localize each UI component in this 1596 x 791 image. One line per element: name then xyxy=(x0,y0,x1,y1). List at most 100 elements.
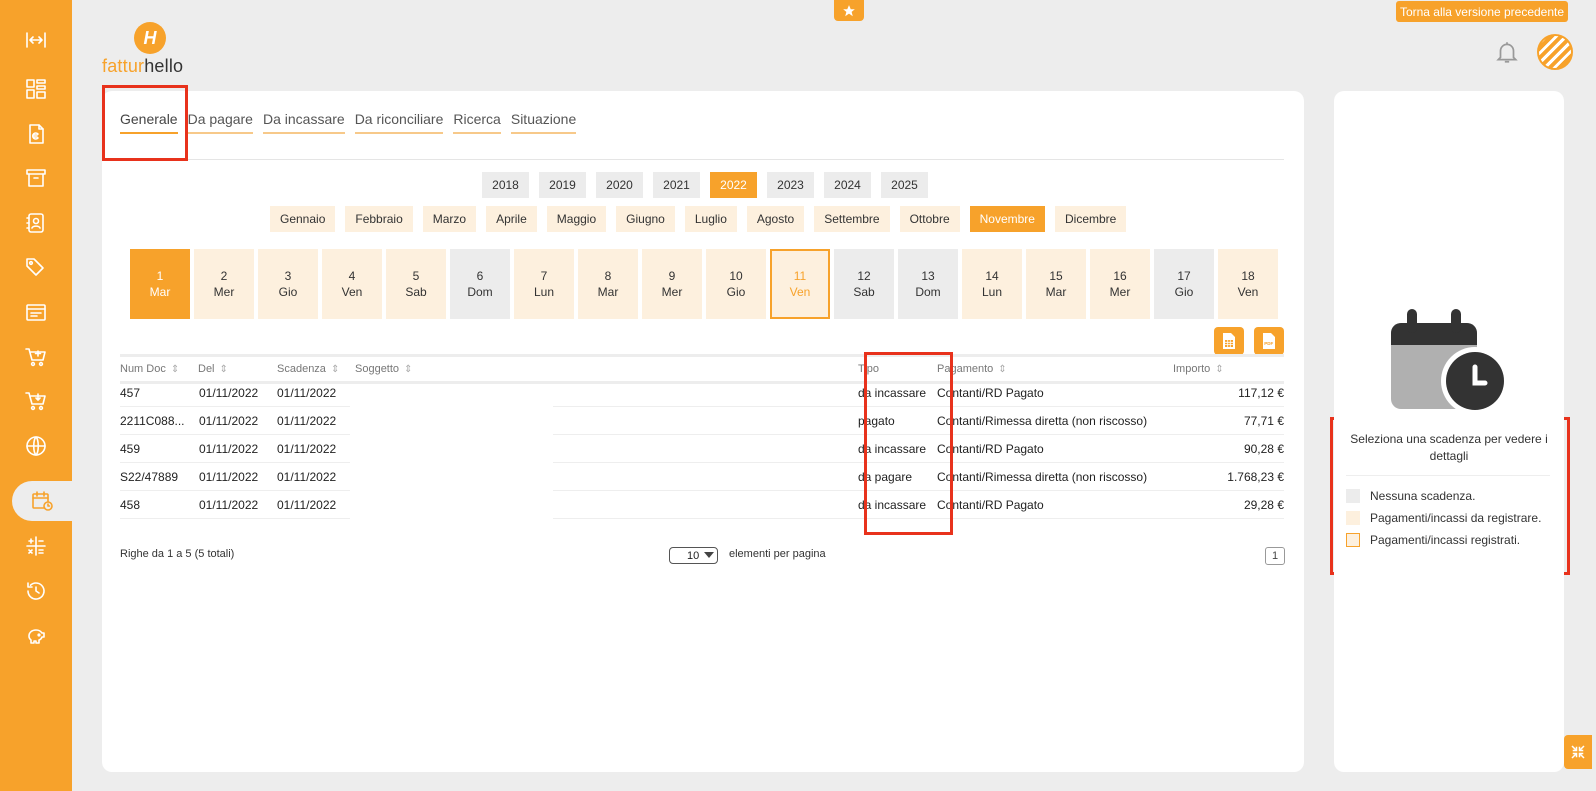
cart-download-icon[interactable] xyxy=(0,381,72,421)
day-cell[interactable]: 14 Lun xyxy=(962,249,1022,319)
day-number: 9 xyxy=(668,269,676,283)
col-del[interactable]: Del ⇕ xyxy=(198,363,228,375)
favorite-star-button[interactable] xyxy=(834,0,864,21)
previous-version-button[interactable]: Torna alla versione precedente xyxy=(1396,1,1568,22)
day-cell[interactable]: 13 Dom xyxy=(898,249,958,319)
month-button-luglio[interactable]: Luglio xyxy=(684,206,737,232)
year-button-2018[interactable]: 2018 xyxy=(482,172,529,198)
expand-icon[interactable] xyxy=(0,20,72,60)
table-row[interactable]: 457 01/11/2022 01/11/2022 da incassare Conta… xyxy=(120,379,1284,407)
year-button-2020[interactable]: 2020 xyxy=(596,172,643,198)
page-button[interactable]: 1 xyxy=(1265,547,1285,565)
main-card: Generale Da pagare Da incassare Da ricon… xyxy=(102,91,1304,772)
day-weekday: Dom xyxy=(467,285,493,299)
sidebar xyxy=(0,0,72,791)
table-row[interactable]: S22/47889 01/11/2022 01/11/2022 da pagare Co… xyxy=(120,463,1284,491)
col-scadenza[interactable]: Scadenza ⇕ xyxy=(277,363,339,375)
year-button-2019[interactable]: 2019 xyxy=(539,172,586,198)
year-button-2022[interactable]: 2022 xyxy=(710,172,757,198)
year-selector: 2018 2019 2020 2021 2022 2023 2024 2025 xyxy=(482,172,928,198)
year-button-2024[interactable]: 2024 xyxy=(824,172,871,198)
tab-ricerca[interactable]: Ricerca xyxy=(453,111,501,134)
day-cell[interactable]: 11 Ven xyxy=(770,249,830,319)
day-cell[interactable]: 4 Ven xyxy=(322,249,382,319)
day-cell[interactable]: 1 Mar xyxy=(130,249,190,319)
table-row[interactable]: 2211C088... 01/11/2022 01/11/2022 pagato Con… xyxy=(120,407,1284,435)
day-cell[interactable]: 3 Gio xyxy=(258,249,318,319)
month-button-aprile[interactable]: Aprile xyxy=(486,206,537,232)
tab-da-riconciliare[interactable]: Da riconciliare xyxy=(354,111,444,134)
col-num-doc[interactable]: Num Doc ⇕ xyxy=(120,363,179,375)
month-button-novembre[interactable]: Novembre xyxy=(969,206,1045,232)
day-cell[interactable]: 18 Ven xyxy=(1218,249,1278,319)
tags-icon[interactable] xyxy=(0,247,72,287)
day-cell[interactable]: 15 Mar xyxy=(1026,249,1086,319)
tab-da-pagare[interactable]: Da pagare xyxy=(187,111,253,134)
sort-icon[interactable]: ⇕ xyxy=(171,364,179,375)
fullscreen-button[interactable] xyxy=(1564,735,1592,769)
day-number: 3 xyxy=(284,269,292,283)
notifications-bell-icon[interactable] xyxy=(1494,38,1520,66)
export-pdf-button[interactable]: PDF xyxy=(1254,327,1284,355)
month-button-marzo[interactable]: Marzo xyxy=(422,206,477,232)
legend-swatch xyxy=(1346,489,1360,503)
month-button-agosto[interactable]: Agosto xyxy=(746,206,805,232)
piggy-bank-icon[interactable] xyxy=(0,616,72,656)
invoice-icon[interactable] xyxy=(0,114,72,154)
history-icon[interactable] xyxy=(0,571,72,611)
day-strip[interactable]: 1 Mar 2 Mer 3 Gio 4 Ven 5 Sab 6 Dom 7 Lun 8 Mar 9 Mer 10 Gi… xyxy=(130,249,1283,319)
year-button-2021[interactable]: 2021 xyxy=(653,172,700,198)
archive-icon[interactable] xyxy=(0,158,72,198)
page-size-select[interactable]: 10 xyxy=(669,547,718,564)
year-button-2025[interactable]: 2025 xyxy=(881,172,928,198)
cell-scadenza: 01/11/2022 xyxy=(277,498,337,512)
calculator-icon[interactable] xyxy=(0,526,72,566)
dashboard-icon[interactable] xyxy=(0,69,72,109)
per-page-label: elementi per pagina xyxy=(729,548,826,560)
month-button-maggio[interactable]: Maggio xyxy=(546,206,607,232)
calendar-clock-icon xyxy=(1391,309,1509,415)
month-button-febbraio[interactable]: Febbraio xyxy=(345,206,413,232)
col-importo[interactable]: Importo ⇕ xyxy=(1173,363,1224,375)
globe-icon[interactable] xyxy=(0,426,72,466)
export-excel-button[interactable] xyxy=(1214,327,1244,355)
table-row[interactable]: 459 01/11/2022 01/11/2022 da incassare Conta… xyxy=(120,435,1284,463)
svg-text:PDF: PDF xyxy=(1264,341,1273,346)
sort-icon[interactable]: ⇕ xyxy=(404,364,412,375)
month-button-dicembre[interactable]: Dicembre xyxy=(1054,206,1127,232)
day-cell[interactable]: 7 Lun xyxy=(514,249,574,319)
documents-icon[interactable] xyxy=(0,292,72,332)
user-avatar[interactable] xyxy=(1537,34,1573,70)
sort-icon[interactable]: ⇕ xyxy=(1215,364,1223,375)
year-button-2023[interactable]: 2023 xyxy=(767,172,814,198)
day-cell[interactable]: 2 Mer xyxy=(194,249,254,319)
sort-icon[interactable]: ⇕ xyxy=(331,364,339,375)
month-button-ottobre[interactable]: Ottobre xyxy=(899,206,960,232)
day-cell[interactable]: 17 Gio xyxy=(1154,249,1214,319)
day-cell[interactable]: 10 Gio xyxy=(706,249,766,319)
col-soggetto[interactable]: Soggetto ⇕ xyxy=(355,363,412,375)
day-number: 11 xyxy=(793,269,807,283)
day-cell[interactable]: 9 Mer xyxy=(642,249,702,319)
day-cell[interactable]: 6 Dom xyxy=(450,249,510,319)
rows-info: Righe da 1 a 5 (5 totali) xyxy=(120,548,235,560)
month-button-settembre[interactable]: Settembre xyxy=(814,206,890,232)
app-logo[interactable]: H fatturhello xyxy=(102,22,222,78)
day-cell[interactable]: 8 Mar xyxy=(578,249,638,319)
day-cell[interactable]: 12 Sab xyxy=(834,249,894,319)
contacts-icon[interactable] xyxy=(0,203,72,243)
cell-scadenza: 01/11/2022 xyxy=(277,414,337,428)
month-button-gennaio[interactable]: Gennaio xyxy=(270,206,336,232)
table-row[interactable]: 458 01/11/2022 01/11/2022 da incassare Conta… xyxy=(120,491,1284,519)
day-cell[interactable]: 16 Mer xyxy=(1090,249,1150,319)
sort-icon[interactable]: ⇕ xyxy=(220,364,228,375)
month-button-giugno[interactable]: Giugno xyxy=(616,206,675,232)
day-number: 12 xyxy=(857,269,871,283)
cart-icon[interactable] xyxy=(0,337,72,377)
day-cell[interactable]: 5 Sab xyxy=(386,249,446,319)
sort-icon[interactable]: ⇕ xyxy=(998,364,1006,375)
calendar-clock-icon[interactable] xyxy=(12,481,72,521)
tab-situazione[interactable]: Situazione xyxy=(510,111,577,134)
day-number: 1 xyxy=(156,269,164,283)
tab-da-incassare[interactable]: Da incassare xyxy=(262,111,345,134)
